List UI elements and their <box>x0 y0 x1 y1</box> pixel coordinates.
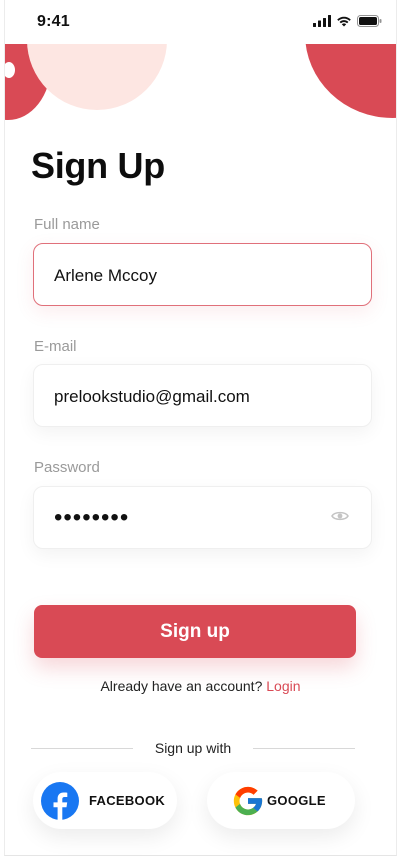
google-button[interactable]: GOOGLE <box>207 772 355 829</box>
password-value: •••••••• <box>54 504 130 531</box>
login-link[interactable]: Login <box>266 678 300 694</box>
full-name-field[interactable]: Arlene Mccoy <box>33 243 372 306</box>
google-label: GOOGLE <box>267 793 326 808</box>
status-bar: 9:41 <box>5 0 396 44</box>
signup-button-label: Sign up <box>160 620 230 642</box>
divider-line-right <box>253 748 355 749</box>
full-name-value: Arlene Mccoy <box>54 266 157 285</box>
facebook-icon <box>41 781 79 820</box>
email-field[interactable]: prelookstudio@gmail.com <box>33 364 372 427</box>
signup-button[interactable]: Sign up <box>34 605 356 658</box>
full-name-label: Full name <box>34 216 100 233</box>
eye-icon[interactable] <box>331 510 349 522</box>
email-value: prelookstudio@gmail.com <box>54 387 250 406</box>
email-label: E-mail <box>34 338 77 355</box>
password-field[interactable]: •••••••• <box>33 486 372 549</box>
page-title: Sign Up <box>31 145 165 186</box>
status-time: 9:41 <box>37 13 70 30</box>
facebook-label: FACEBOOK <box>89 793 166 808</box>
signal-icon <box>313 15 331 27</box>
google-icon <box>233 786 263 815</box>
social-divider: Sign up with <box>31 740 355 760</box>
status-icons <box>313 15 382 27</box>
facebook-button[interactable]: FACEBOOK <box>33 772 177 829</box>
password-label: Password <box>34 459 100 476</box>
battery-icon <box>357 15 382 27</box>
account-prompt-text: Already have an account? <box>100 678 263 694</box>
account-prompt: Already have an account? Login <box>5 678 396 694</box>
wifi-icon <box>337 16 351 27</box>
phone-screen: 9:41 Sign Up Full name Arlene Mccoy E-ma… <box>4 0 397 856</box>
